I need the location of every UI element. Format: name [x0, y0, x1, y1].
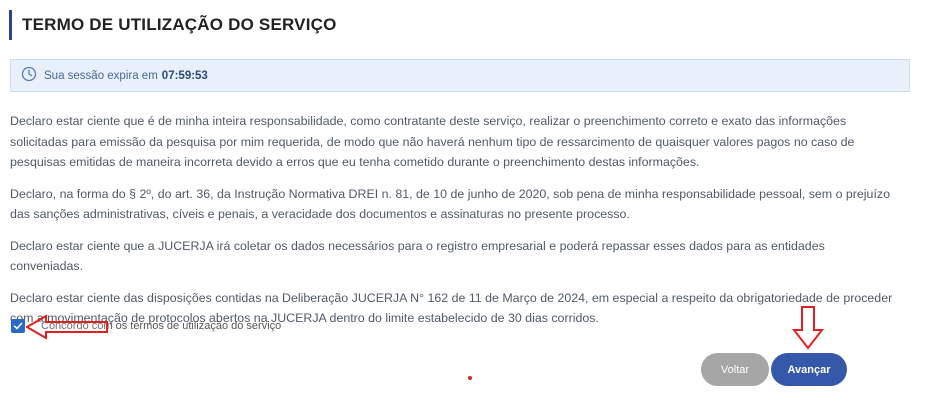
session-banner: Sua sessão expira em 07:59:53 [10, 59, 910, 92]
red-dot-marker [468, 376, 472, 380]
page-title-bar: TERMO DE UTILIZAÇÃO DO SERVIÇO [9, 10, 337, 40]
terms-text: Declaro estar ciente que é de minha inte… [10, 111, 900, 340]
terms-paragraph: Declaro estar ciente que é de minha inte… [10, 114, 855, 169]
clock-icon [21, 66, 44, 85]
red-arrow-left-icon [26, 314, 108, 340]
session-time: 07:59:53 [161, 69, 208, 82]
checkmark-icon [13, 322, 23, 330]
agree-checkbox[interactable] [11, 319, 25, 333]
back-button[interactable]: Voltar [701, 353, 769, 386]
terms-paragraph: Declaro estar ciente que a JUCERJA irá c… [10, 238, 825, 274]
page-title: TERMO DE UTILIZAÇÃO DO SERVIÇO [22, 15, 337, 34]
session-label: Sua sessão expira em [44, 69, 158, 82]
next-button[interactable]: Avançar [771, 353, 847, 386]
red-arrow-down-icon [792, 306, 824, 350]
terms-paragraph: Declaro, na forma do § 2º, do art. 36, d… [10, 186, 890, 222]
